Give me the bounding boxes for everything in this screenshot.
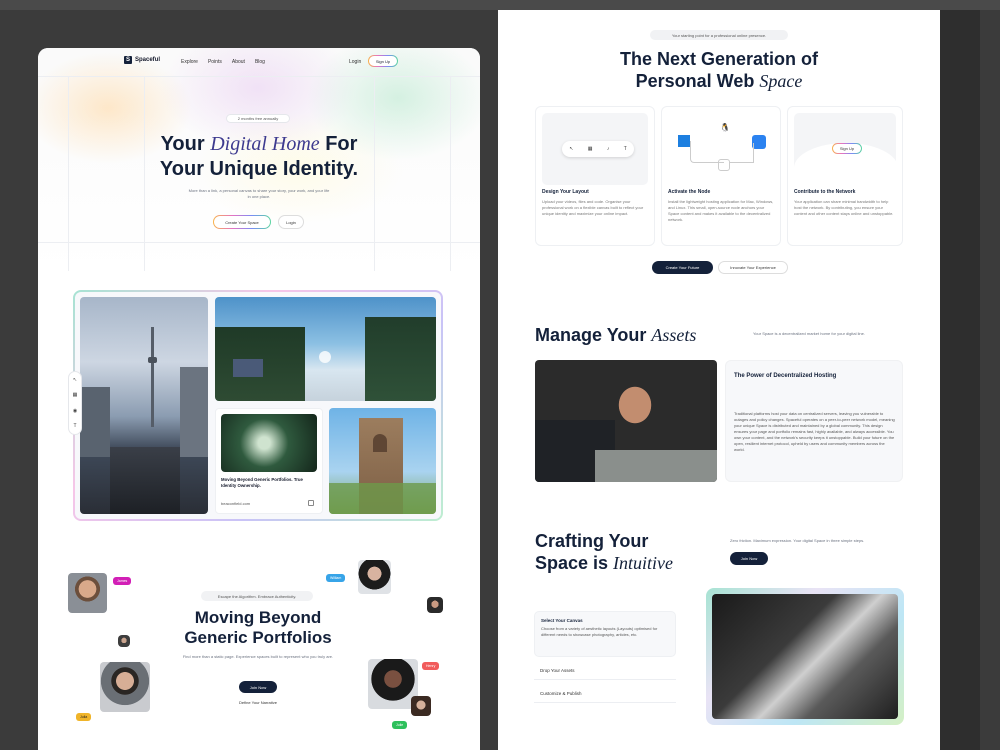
- brand-name: Spaceful: [135, 57, 161, 63]
- crafting-join-button[interactable]: Join Now: [730, 552, 768, 565]
- gallery-card-title: Moving Beyond Generic Portfolios. True I…: [221, 477, 303, 488]
- card-text: Install the lightweight hosting applicat…: [668, 199, 774, 222]
- step-select-canvas[interactable]: Select Your Canvas Choose from a variety…: [534, 611, 676, 657]
- step-customize-publish[interactable]: Customize & Publish: [534, 685, 676, 703]
- portfolio-subtitle: Find more than a static page. Experience…: [182, 654, 334, 659]
- landing-page-right: Your starting point for a professional o…: [498, 10, 940, 750]
- fairy-photo: [221, 414, 317, 472]
- card-title: Design Your Layout: [542, 189, 589, 195]
- tag-julia: Julia: [76, 713, 92, 721]
- layout-toolbar: ↖ ▦ ♪ T: [562, 141, 634, 157]
- network-signup-button[interactable]: Sign Up: [832, 143, 862, 154]
- image-icon[interactable]: ◉: [73, 408, 77, 414]
- card-title: Contribute to the Network: [794, 189, 856, 195]
- avatar-william: [358, 560, 391, 594]
- window-topbar: [0, 0, 1000, 10]
- card-text: Upload your videos, files and code. Orga…: [542, 199, 644, 216]
- windows-icon: [678, 135, 690, 147]
- pointer-icon[interactable]: ↖: [73, 377, 77, 383]
- hero-title: Your Digital Home For Your Unique Identi…: [159, 133, 359, 180]
- grid-icon[interactable]: ▦: [73, 392, 78, 398]
- avatar-small-3: [411, 696, 431, 716]
- gallery-card-link[interactable]: beaconfield.com: [221, 501, 250, 506]
- innovate-button[interactable]: Innovate Your Experience: [718, 261, 788, 274]
- play-icon[interactable]: [319, 351, 331, 363]
- card-activate-node: 🐧 Activate the Node Install the lightwei…: [661, 106, 781, 246]
- crafting-title: Crafting Your Space is Intuitive: [535, 531, 674, 573]
- layout-preview: ↖ ▦ ♪ T: [542, 113, 648, 185]
- card-text: Your application can share minimal bandw…: [794, 199, 894, 216]
- card-contribute: Sign Up Contribute to the Network Your a…: [787, 106, 903, 246]
- join-now-button[interactable]: Join Now: [239, 681, 277, 693]
- nav-explore[interactable]: Explore: [181, 59, 198, 65]
- grid-icon: ▦: [587, 146, 593, 152]
- gallery-card[interactable]: Moving Beyond Generic Portfolios. True I…: [215, 408, 323, 514]
- create-future-button[interactable]: Create Your Future: [652, 261, 713, 274]
- card-title: Activate the Node: [668, 189, 711, 195]
- step-text: Choose from a variety of aesthetic layou…: [541, 626, 658, 637]
- main-nav: Explore Points About Blog: [181, 59, 265, 65]
- right-edge-shadow: [940, 10, 980, 750]
- logo-icon: S: [124, 56, 132, 64]
- hero-subtitle: More than a link, a personal canvas to s…: [188, 188, 330, 199]
- music-icon: ♪: [606, 146, 610, 152]
- avatar-james: [68, 573, 107, 613]
- landing-page-left: S Spaceful Explore Points About Blog Log…: [38, 48, 480, 750]
- define-narrative-link[interactable]: Define Your Narrative: [228, 700, 288, 706]
- nav-blog[interactable]: Blog: [255, 59, 265, 65]
- assets-side-text: Your Space is a decentralized market hom…: [753, 331, 865, 336]
- avatar-man-glasses: [100, 662, 150, 712]
- tagline-pill: Your starting point for a professional o…: [650, 30, 788, 40]
- create-space-button[interactable]: Create Your Space: [213, 215, 271, 229]
- mac-icon: [752, 135, 766, 149]
- nav-about[interactable]: About: [232, 59, 245, 65]
- brand-logo[interactable]: S Spaceful: [124, 56, 160, 64]
- crafting-side-text: Zero friction. Maximum expression. Your …: [730, 538, 865, 543]
- nav-points[interactable]: Points: [208, 59, 222, 65]
- tag-william: William: [326, 574, 346, 582]
- gallery-toolbar: ↖ ▦ ◉ T: [68, 371, 82, 435]
- city-tower-photo: [80, 297, 208, 514]
- hosting-text: Traditional platforms host your data on …: [734, 411, 895, 452]
- winter-forest-photo: [215, 297, 436, 401]
- portfolio-title: Moving Beyond Generic Portfolios: [184, 608, 332, 647]
- assets-title: Manage Your Assets: [535, 325, 697, 345]
- signup-button[interactable]: Sign Up: [368, 55, 398, 67]
- step-drop-assets[interactable]: Drop Your Assets: [534, 662, 676, 680]
- hero-login-button[interactable]: Login: [278, 215, 304, 229]
- text-icon: T: [623, 146, 627, 152]
- pointer-icon: ↖: [569, 146, 574, 152]
- linux-icon: 🐧: [720, 123, 730, 132]
- laptop-photo-frame: [706, 588, 904, 725]
- tag-julie: Julie: [392, 721, 408, 729]
- external-link-icon[interactable]: [308, 500, 314, 506]
- step-title: Select Your Canvas: [541, 618, 583, 623]
- laptop-photo: [712, 594, 898, 719]
- avatar-small-2: [118, 635, 130, 647]
- node-preview: 🐧: [668, 113, 774, 185]
- network-preview: Sign Up: [794, 113, 898, 193]
- next-gen-title: The Next Generation of Personal Web Space: [619, 49, 819, 91]
- card-design-layout: ↖ ▦ ♪ T Design Your Layout Upload your vide…: [535, 106, 655, 246]
- man-laptop-photo: [535, 360, 717, 482]
- church-tower-photo: [329, 408, 436, 514]
- tag-james: James: [113, 577, 132, 585]
- login-link[interactable]: Login: [349, 59, 361, 65]
- algorithm-pill: Escape the Algorithm. Embrace Authentici…: [201, 591, 313, 601]
- promo-badge: 2 months free annually: [226, 114, 290, 123]
- hosting-card: The Power of Decentralized Hosting Tradi…: [725, 360, 903, 482]
- hosting-title: The Power of Decentralized Hosting: [734, 373, 837, 379]
- avatar-small-1: [427, 597, 443, 613]
- tag-henry: Henry: [422, 662, 440, 670]
- text-icon[interactable]: T: [73, 423, 76, 429]
